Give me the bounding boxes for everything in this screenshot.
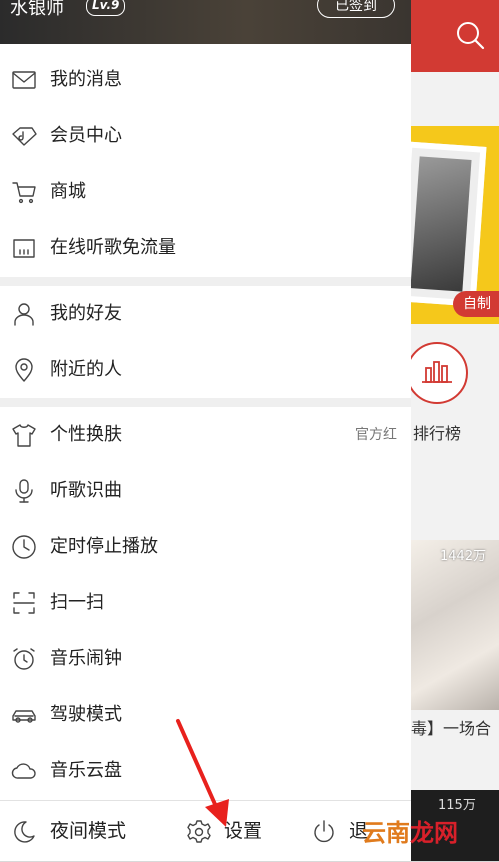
play-count-2: 115万 bbox=[438, 798, 476, 813]
shirt-icon bbox=[11, 422, 37, 448]
watermark-text-2: 龙网 bbox=[410, 819, 458, 847]
username[interactable]: 水银师 bbox=[10, 0, 64, 20]
drawer-header: 水银师 Lv.9 已签到 bbox=[0, 0, 411, 44]
settings-label: 设置 bbox=[224, 820, 263, 842]
menu-item-free-data[interactable]: 在线听歌免流量 bbox=[0, 220, 411, 276]
menu-item-vip[interactable]: 会员中心 bbox=[0, 108, 411, 164]
signin-button[interactable]: 已签到 bbox=[317, 0, 395, 18]
menu-item-sleep-timer[interactable]: 定时停止播放 bbox=[0, 519, 411, 575]
menu-item-label: 会员中心 bbox=[50, 125, 122, 146]
menu-item-label: 扫一扫 bbox=[50, 592, 104, 613]
settings-button[interactable]: 设置 bbox=[180, 801, 290, 862]
menu-item-scan[interactable]: 扫一扫 bbox=[0, 575, 411, 631]
menu-item-label: 商城 bbox=[50, 181, 86, 202]
mail-icon bbox=[11, 67, 37, 93]
menu-item-friends[interactable]: 我的好友 bbox=[0, 286, 411, 342]
menu-item-label: 个性换肤 bbox=[50, 424, 122, 445]
sim-card-icon bbox=[11, 235, 37, 261]
menu-item-alarm[interactable]: 音乐闹钟 bbox=[0, 631, 411, 687]
location-icon bbox=[11, 357, 37, 383]
menu-item-label: 附近的人 bbox=[50, 359, 122, 380]
menu-item-label: 驾驶模式 bbox=[50, 704, 122, 725]
banner-photo bbox=[411, 141, 487, 307]
watermark-logo: 云南龙网 bbox=[362, 813, 458, 848]
microphone-icon bbox=[11, 478, 37, 504]
scan-icon bbox=[11, 590, 37, 616]
ranking-label[interactable]: 排行榜 bbox=[413, 420, 461, 444]
section-divider bbox=[0, 277, 411, 286]
side-drawer: 水银师 Lv.9 已签到 我的消息 会员中心 商城 在线听歌免流量 我的好友 附… bbox=[0, 0, 411, 861]
search-icon[interactable] bbox=[455, 20, 485, 50]
menu-item-shop[interactable]: 商城 bbox=[0, 164, 411, 220]
drawer-footer: 夜间模式 设置 退 bbox=[0, 800, 411, 861]
menu-item-messages[interactable]: 我的消息 bbox=[0, 52, 411, 108]
menu-item-label: 音乐云盘 bbox=[50, 760, 122, 781]
play-count: 1442万 bbox=[440, 549, 487, 564]
menu-item-label: 听歌识曲 bbox=[50, 480, 122, 501]
menu-item-skin[interactable]: 个性换肤 官方红 bbox=[0, 407, 411, 463]
menu-item-label: 音乐闹钟 bbox=[50, 648, 122, 669]
car-icon bbox=[11, 702, 37, 728]
gear-icon bbox=[186, 819, 212, 845]
person-icon bbox=[11, 301, 37, 327]
moon-icon bbox=[11, 819, 37, 845]
banner-badge: 自制 bbox=[453, 291, 499, 317]
menu-item-label: 我的好友 bbox=[50, 303, 122, 324]
menu-item-nearby[interactable]: 附近的人 bbox=[0, 342, 411, 398]
clock-icon bbox=[11, 534, 37, 560]
menu-item-cloud[interactable]: 音乐云盘 bbox=[0, 743, 411, 799]
menu-item-label: 我的消息 bbox=[50, 69, 122, 90]
night-mode-label: 夜间模式 bbox=[50, 820, 127, 842]
night-mode-button[interactable]: 夜间模式 bbox=[0, 801, 150, 862]
watermark-text-1: 云南 bbox=[362, 819, 410, 847]
menu-item-driving[interactable]: 驾驶模式 bbox=[0, 687, 411, 743]
diamond-icon bbox=[11, 123, 37, 149]
menu-item-recognize[interactable]: 听歌识曲 bbox=[0, 463, 411, 519]
playlist-cover[interactable] bbox=[411, 540, 499, 710]
section-divider bbox=[0, 398, 411, 407]
cart-icon bbox=[11, 179, 37, 205]
playlist-title[interactable]: 毒】一场合 bbox=[411, 718, 499, 740]
chart-bars-icon[interactable] bbox=[406, 342, 468, 404]
menu-item-label: 在线听歌免流量 bbox=[50, 237, 176, 258]
level-badge: Lv.9 bbox=[86, 0, 126, 16]
current-skin-value: 官方红 bbox=[355, 427, 397, 443]
cloud-icon bbox=[11, 758, 37, 784]
power-icon bbox=[311, 819, 337, 845]
alarm-icon bbox=[11, 646, 37, 672]
menu-item-label: 定时停止播放 bbox=[50, 536, 158, 557]
